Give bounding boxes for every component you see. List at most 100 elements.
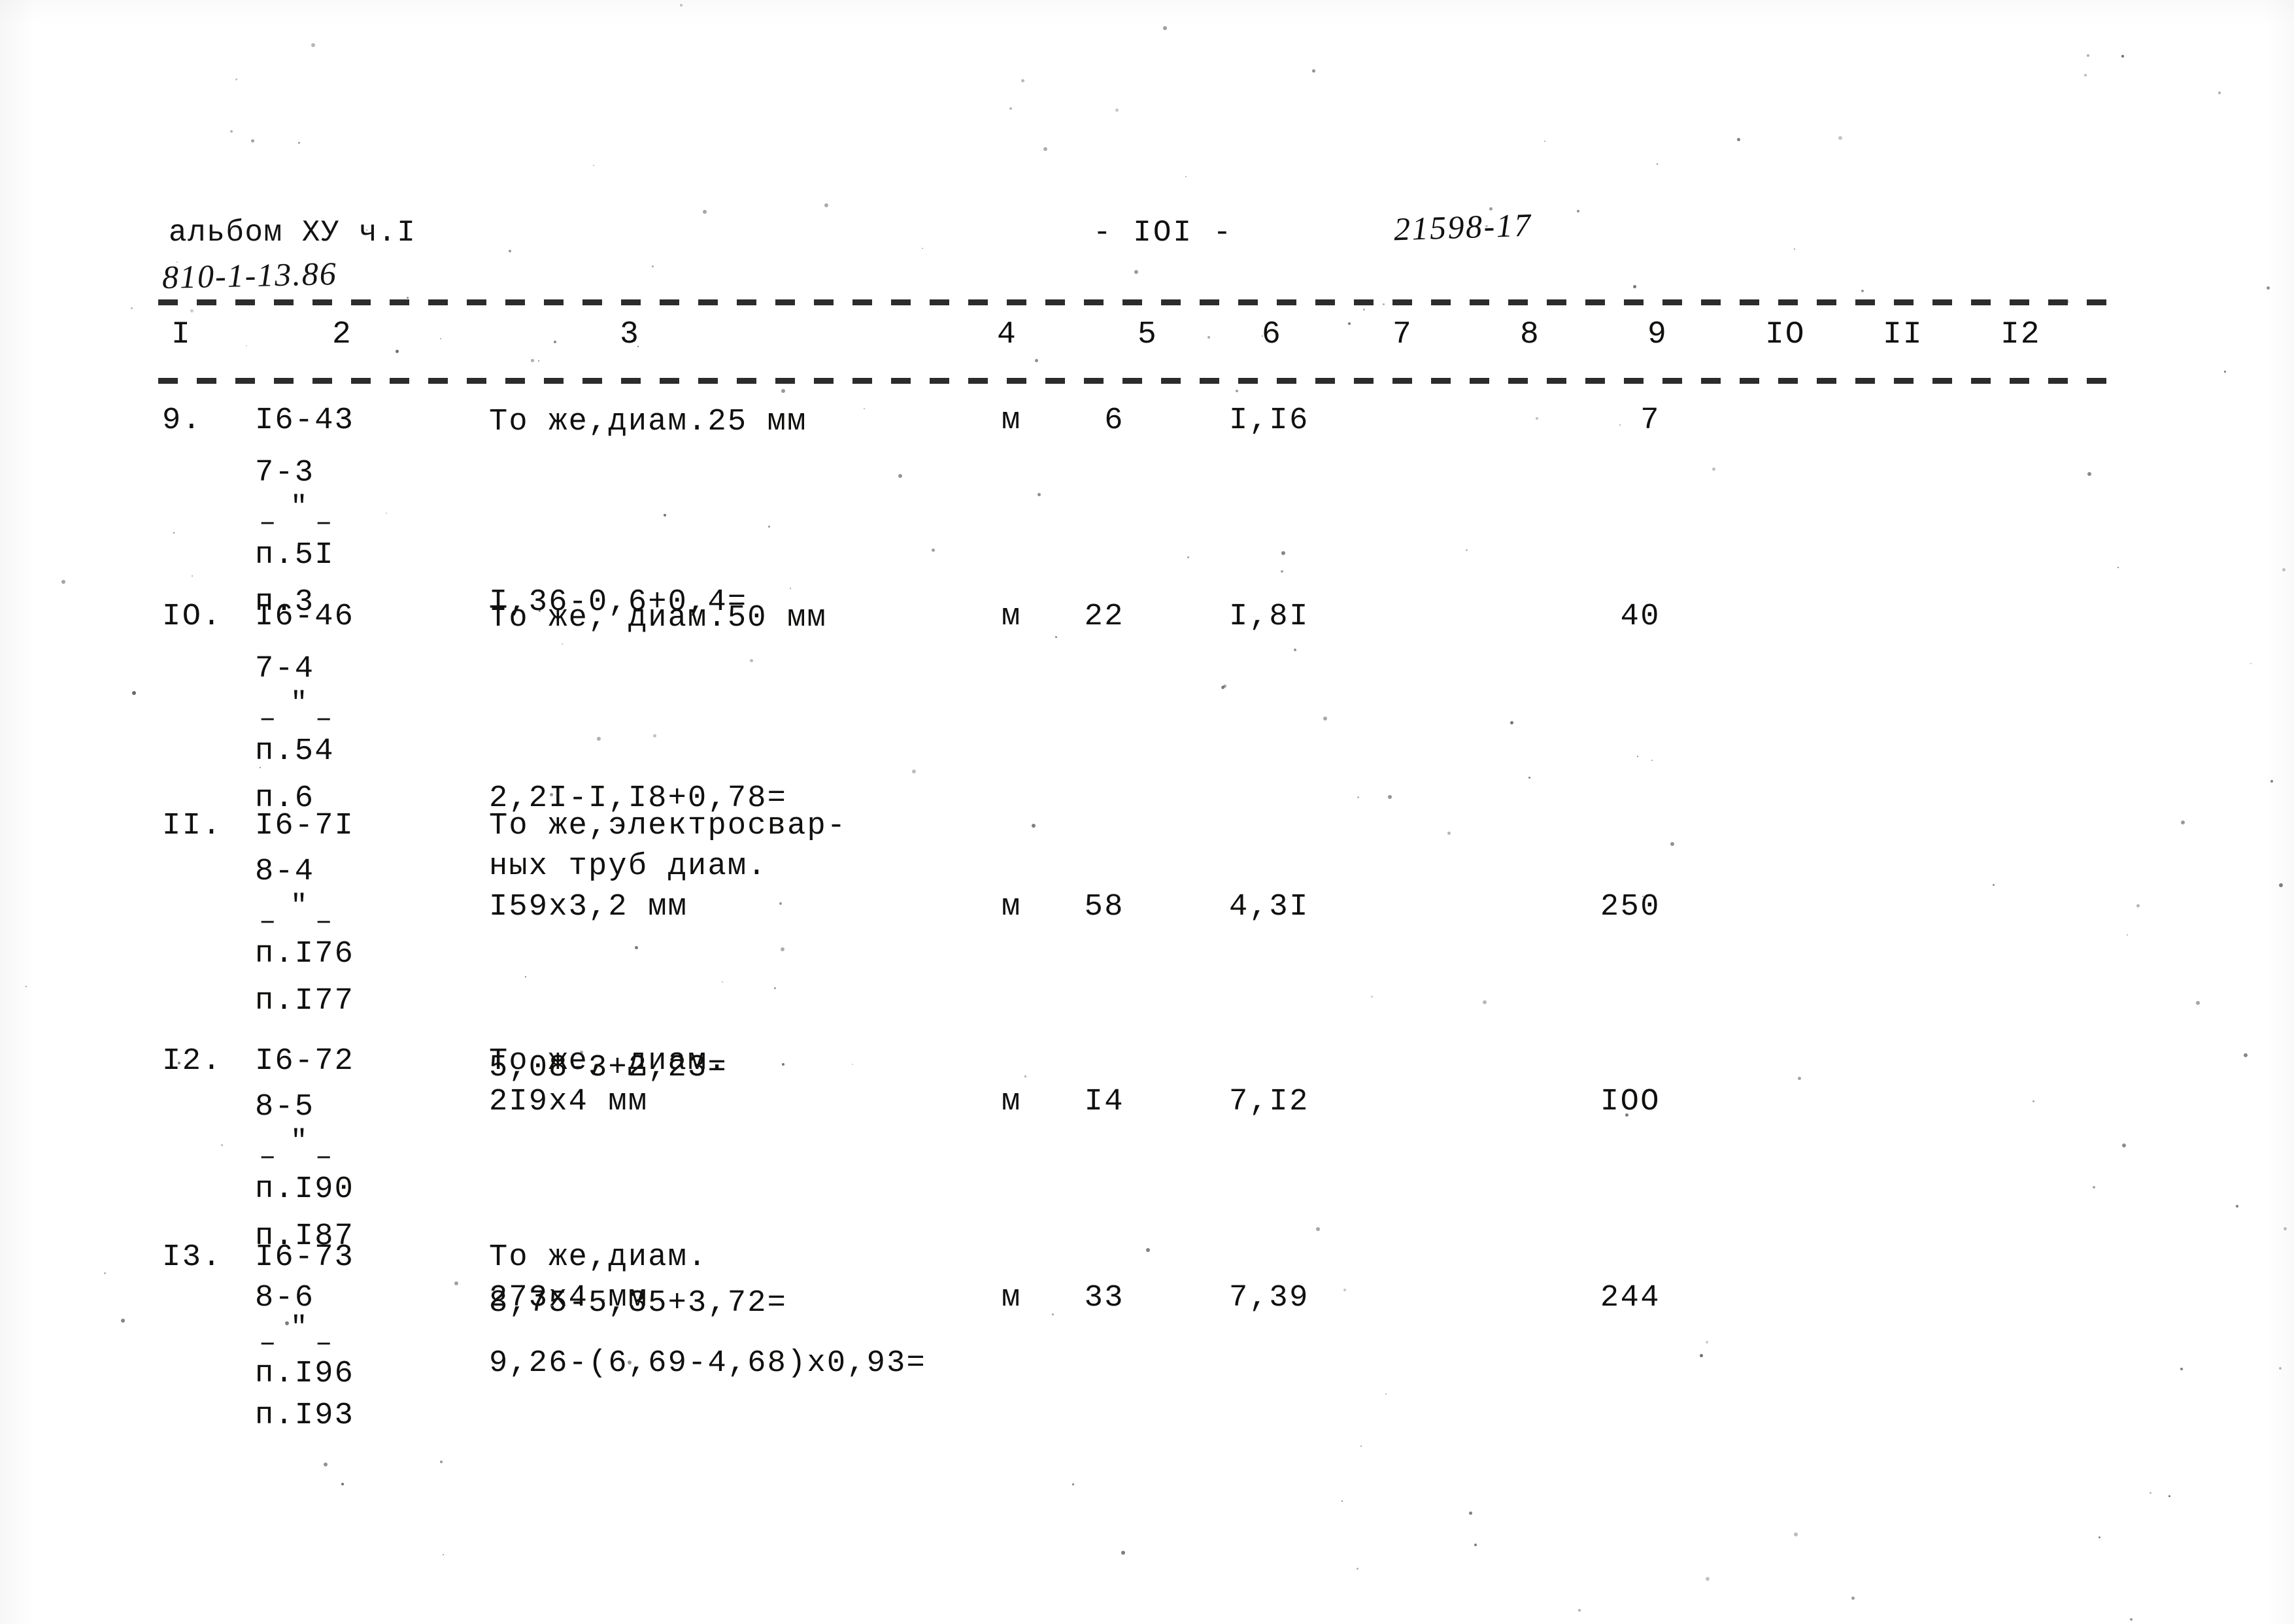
row-item-number: II. [162, 809, 223, 843]
scan-speck [652, 265, 654, 267]
scan-speck [440, 1461, 443, 1463]
scan-speck [2066, 300, 2069, 303]
scan-speck [1544, 141, 1545, 142]
scan-speck [1037, 493, 1041, 496]
scan-speck [1043, 147, 1047, 151]
row-total: 7 [1640, 403, 1661, 438]
row-unit: м [1002, 1281, 1022, 1315]
scan-speck [1312, 69, 1315, 73]
ditto-dash-left: – [259, 703, 277, 736]
scan-speck [628, 1361, 632, 1364]
scan-speck [1510, 721, 1513, 724]
scan-speck [539, 610, 541, 612]
row-total: 250 [1600, 890, 1661, 924]
scan-speck [2093, 1186, 2095, 1189]
scan-speck [1474, 1544, 1477, 1546]
scan-speck [1798, 1077, 1801, 1080]
column-number-10: IO [1765, 317, 1806, 352]
scan-speck [1323, 717, 1327, 720]
row-price: 7,I2 [1229, 1085, 1309, 1119]
scan-speck [1383, 303, 1385, 305]
row-code-line: п.I76 [255, 937, 355, 972]
scan-speck [1024, 1075, 1026, 1077]
scan-speck [396, 350, 399, 353]
scan-speck [2284, 1227, 2287, 1230]
row-description-line: То же,диам. [489, 1240, 708, 1275]
scan-speck [1737, 138, 1740, 141]
scan-speck [2121, 55, 2124, 58]
row-description-line: 2I9х4 мм [489, 1085, 649, 1119]
scan-speck [722, 981, 723, 983]
scan-speck [779, 902, 782, 905]
scan-speck [1281, 551, 1285, 555]
scan-speck [564, 818, 566, 820]
row-item-number: I3. [162, 1240, 223, 1275]
scan-speck [2033, 1100, 2034, 1102]
row-item-number: I2. [162, 1044, 223, 1079]
scan-speck [285, 1321, 289, 1325]
scan-speck [1625, 1113, 1628, 1117]
scan-speck [260, 767, 261, 768]
column-number-12: I2 [2000, 317, 2041, 352]
scan-speck [1536, 417, 1538, 420]
scan-speck [768, 526, 770, 528]
scan-speck [1577, 210, 1579, 212]
scan-speck [177, 262, 178, 263]
scan-speck [2150, 1492, 2151, 1494]
scan-speck [603, 1299, 605, 1301]
scan-speck [1221, 686, 1224, 689]
scan-speck [750, 659, 753, 662]
row-total: IOO [1600, 1085, 1661, 1119]
scan-speck [1371, 996, 1373, 998]
scan-speck [2180, 1368, 2183, 1370]
scan-speck [178, 1062, 180, 1064]
ditto-quote-glyph: " [290, 890, 308, 922]
scan-speck [131, 307, 133, 309]
scan-speck [781, 947, 784, 951]
scan-speck [246, 345, 247, 347]
scan-speck [1236, 390, 1238, 392]
scan-speck [531, 359, 534, 362]
row-code-line: I6-46 [255, 600, 355, 634]
row-unit: м [1002, 890, 1022, 924]
scan-speck [653, 734, 656, 737]
scan-speck [551, 1104, 552, 1106]
row-total: 40 [1620, 600, 1661, 634]
album-label: альбом ХУ ч.I [169, 216, 416, 250]
scan-speck [1348, 322, 1351, 325]
scan-speck [25, 986, 27, 987]
scan-speck [1035, 359, 1038, 362]
scan-speck [509, 250, 511, 252]
row-code-line: 7-3 [255, 456, 315, 490]
row-code-line: п.I93 [255, 1398, 355, 1433]
row-item-number: 9. [162, 403, 203, 438]
row-code-line: п.I90 [255, 1172, 355, 1207]
row-code-line: 8-4 [255, 854, 315, 889]
scan-speck [1357, 796, 1359, 798]
scan-speck [580, 1051, 583, 1054]
scan-speck [173, 532, 175, 533]
scan-speck [407, 297, 409, 299]
row-price: 7,39 [1229, 1281, 1309, 1315]
scan-speck [1262, 335, 1263, 337]
row-code-line: I6-43 [255, 403, 355, 438]
scan-speck [1388, 795, 1392, 799]
scan-speck [898, 474, 902, 478]
scan-speck [298, 142, 300, 144]
scan-speck [1528, 777, 1530, 779]
scan-speck [637, 346, 639, 347]
row-code-line: 7-4 [255, 652, 315, 686]
scan-speck [2236, 1205, 2238, 1208]
scan-speck [703, 210, 707, 214]
row-description-line: То же,диам.25 мм [489, 405, 807, 439]
scan-speck [2084, 74, 2087, 76]
scan-speck [680, 4, 683, 7]
scan-speck [864, 408, 865, 409]
scan-speck [2122, 1143, 2126, 1147]
row-description-line: То же,электросвар- [489, 809, 847, 843]
scan-speck [1861, 290, 1864, 292]
scan-speck [922, 248, 923, 249]
ditto-quote-glyph: " [290, 1311, 308, 1344]
scan-speck [1633, 285, 1636, 288]
column-number-8: 8 [1520, 317, 1540, 352]
